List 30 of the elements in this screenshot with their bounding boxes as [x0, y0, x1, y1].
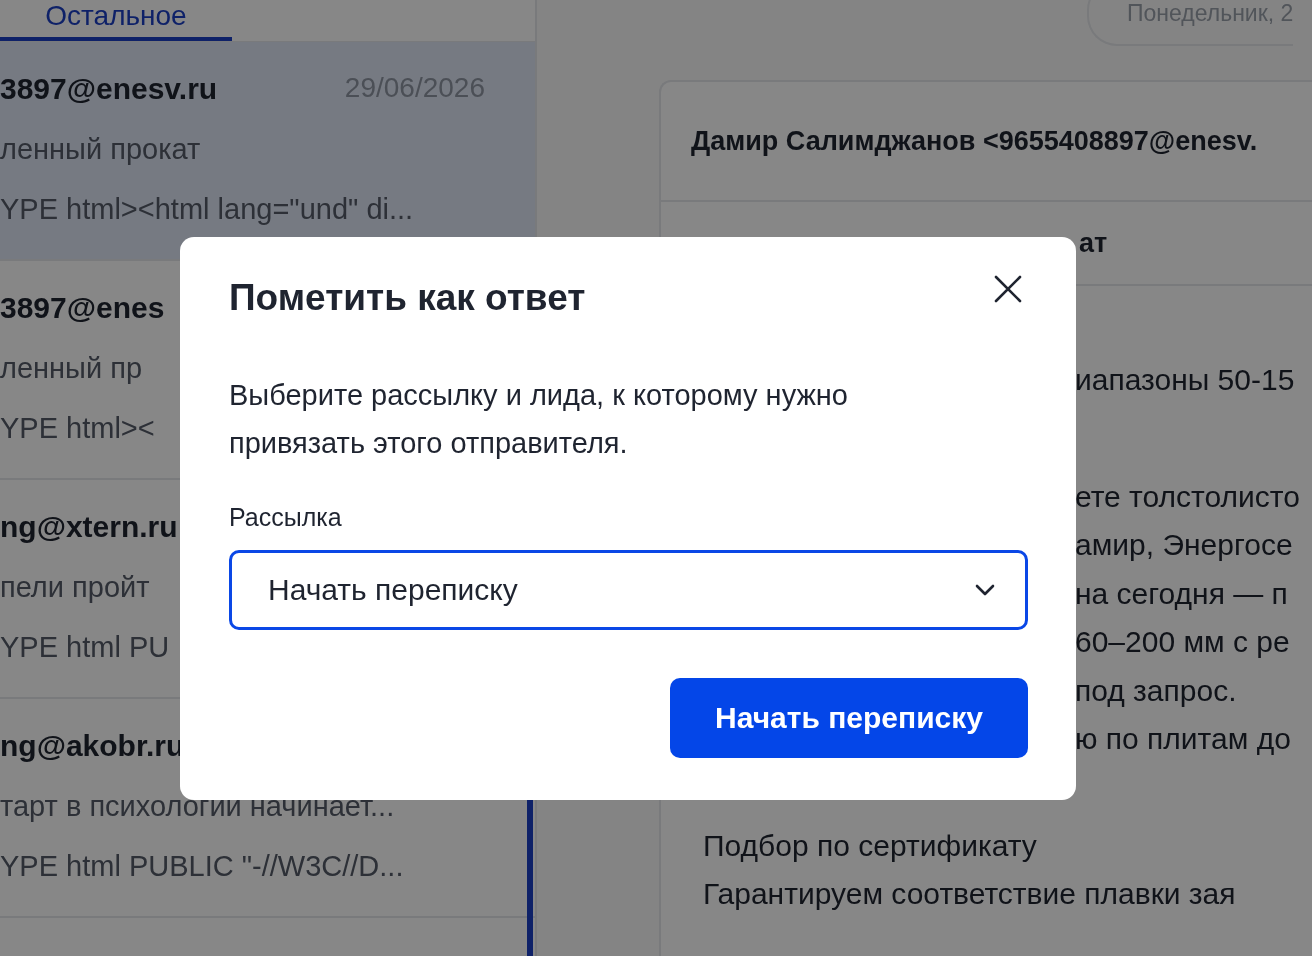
message-subject: ленный пр [0, 352, 142, 385]
sender-email: ng@akobr.ru [0, 729, 185, 763]
message-snippet: YPE html PUBLIC "-//W3C//D... [0, 850, 404, 883]
letter-subject: ат [1079, 227, 1108, 259]
message-snippet: YPE html PU [0, 631, 170, 664]
letter-text-line: ете толстолисто [1075, 478, 1300, 515]
message-snippet: YPE html><html lang="und" di... [0, 193, 414, 226]
sender-email: 3897@enesv.ru [0, 72, 218, 106]
letter-text-line: амир, Энергосе [1075, 527, 1293, 563]
message-subject: ленный прокат [0, 133, 201, 166]
letter-sender: Дамир Салимджанов <9655408897@enesv. [691, 125, 1258, 157]
letter-text-line: на сегодня — п [1075, 575, 1288, 612]
letter-text-line: 60–200 мм с ре [1075, 624, 1290, 660]
letter-text-line: Подбор по сертификату [703, 827, 1037, 864]
message-subject: пели пройт [0, 571, 150, 604]
sender-email: 3897@enes [0, 291, 165, 325]
letter-text-line: иапазоны 50-15 [1075, 362, 1295, 398]
field-label: Рассылка [229, 503, 343, 532]
message-subject: тарт в психологии начинает... [0, 790, 395, 823]
sender-email: ng@xtern.ru [0, 510, 178, 544]
letter-text-line: под запрос. [1075, 672, 1237, 709]
chevron-down-icon [975, 584, 995, 596]
dialog-text: Выберите рассылку и лида, к которому нужно привязать этого отправителя. [229, 378, 849, 461]
close-icon[interactable] [994, 275, 1022, 303]
mailing-select[interactable]: Начать переписку [229, 550, 1028, 630]
letter-text-line: ю по плитам до [1075, 721, 1291, 757]
start-conversation-button[interactable]: Начать переписку [670, 678, 1028, 758]
letter-text-line: Гарантируем соответствие плавки зая [703, 876, 1236, 912]
message-snippet: YPE html>< [0, 412, 155, 445]
dialog-title: Пометить как ответ [229, 277, 586, 319]
